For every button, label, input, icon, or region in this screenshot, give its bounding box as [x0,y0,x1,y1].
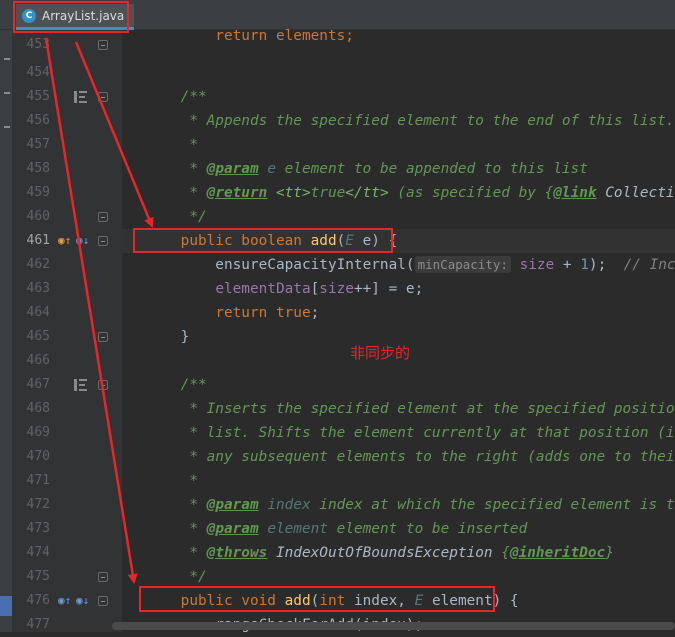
tab-label: ArrayList.java [42,8,125,23]
rendered-doc-icon[interactable] [74,91,88,103]
line-text: * list. Shifts the element currently at … [146,425,675,441]
line-number: 469 [26,425,50,440]
line-number: 477 [26,617,50,632]
override-icon[interactable]: ◉↑ [58,234,71,248]
line-number: 467 [26,377,50,392]
code-line: 464 return true; [0,301,675,325]
line-text: * Inserts the specified element at the s… [146,401,675,417]
annotation-note: 非同步的 [350,344,411,362]
code-line: 466 [0,349,675,373]
horizontal-scrollbar[interactable] [112,622,675,630]
java-class-icon: C [22,8,36,23]
line-number: 465 [26,329,50,344]
code-line: 458 * @param e element to be appended to… [0,157,675,181]
code-line: 469 * list. Shifts the element currently… [0,421,675,445]
code-line: 471 * [0,469,675,493]
fold-end-icon[interactable] [98,332,108,342]
line-text: public boolean add(E e) { [180,233,398,249]
code-line: 459 * @return <tt>true</tt> (as specifie… [0,181,675,205]
line-text: * [146,137,198,153]
line-number: 468 [26,401,50,416]
fold-start-icon[interactable] [98,380,108,390]
code-line: 463 elementData[size++] = e; [0,277,675,301]
fold-end-icon[interactable] [98,212,108,222]
fold-end-icon[interactable] [98,572,108,582]
code-line: 472 * @param index index at which the sp… [0,493,675,517]
code-line: 473 * @param element element to be inser… [0,517,675,541]
line-number: 456 [26,113,50,128]
implementation-icon[interactable]: ◉↓ [76,234,89,248]
strip-marker [4,58,10,60]
line-number: 462 [26,257,50,272]
line-text: /** [146,377,207,393]
line-number: 475 [26,569,50,584]
rendered-doc-icon[interactable] [74,379,88,391]
line-number: 454 [26,65,50,80]
line-text: * any subsequent elements to the right (… [146,449,675,465]
code-line: 457 * [0,133,675,157]
code-line: 462 ensureCapacityInternal(minCapacity: … [0,253,675,277]
line-number: 473 [26,521,50,536]
code-line: 456 * Appends the specified element to t… [0,109,675,133]
line-number: 463 [26,281,50,296]
line-number: 464 [26,305,50,320]
override-icon[interactable]: ◉↑ [58,594,71,608]
line-number: 472 [26,497,50,512]
line-number: 455 [26,89,50,104]
fold-start-icon[interactable] [98,236,108,246]
line-text: */ [146,209,207,225]
parameter-hint: minCapacity: [414,256,511,273]
implementation-icon[interactable]: ◉↓ [76,594,89,608]
line-text: ensureCapacityInternal(minCapacity: size… [146,256,675,273]
line-text: * @param index index at which the specif… [146,497,675,513]
line-text: public void add(int index, E element) { [180,593,519,609]
code-line: 470 * any subsequent elements to the rig… [0,445,675,469]
fold-start-icon[interactable] [98,92,108,102]
line-text: */ [146,569,207,585]
code-line: 454 [0,61,675,85]
line-number: 457 [26,137,50,152]
line-text: * @throws IndexOutOfBoundsException {@in… [146,545,614,561]
line-number: 474 [26,545,50,560]
line-number: 453 [26,37,50,52]
line-text: * @param element element to be inserted [146,521,528,537]
line-number: 476 [26,593,50,608]
code-line: 468 * Inserts the specified element at t… [0,397,675,421]
code-line: 474 * @throws IndexOutOfBoundsException … [0,541,675,565]
line-text: /** [146,89,207,105]
line-number: 461 [26,233,50,248]
line-text: return true; [215,305,320,321]
line-number: 471 [26,473,50,488]
line-number: 460 [26,209,50,224]
line-text: return elements; [146,28,354,44]
line-number: 466 [26,353,50,368]
line-number: 458 [26,161,50,176]
line-text: elementData[size++] = e; [215,281,424,297]
line-text: * [146,473,198,489]
tab-arraylist-java[interactable]: C ArrayList.java [16,4,134,30]
fold-end-icon[interactable] [98,40,108,50]
line-text: * Appends the specified element to the e… [146,113,675,129]
fold-start-icon[interactable] [98,596,108,606]
line-text: * @return <tt>true</tt> (as specified by… [146,185,675,201]
line-number: 459 [26,185,50,200]
line-text: } [146,329,190,345]
line-number: 470 [26,449,50,464]
line-text: * @param e element to be appended to thi… [146,161,588,177]
